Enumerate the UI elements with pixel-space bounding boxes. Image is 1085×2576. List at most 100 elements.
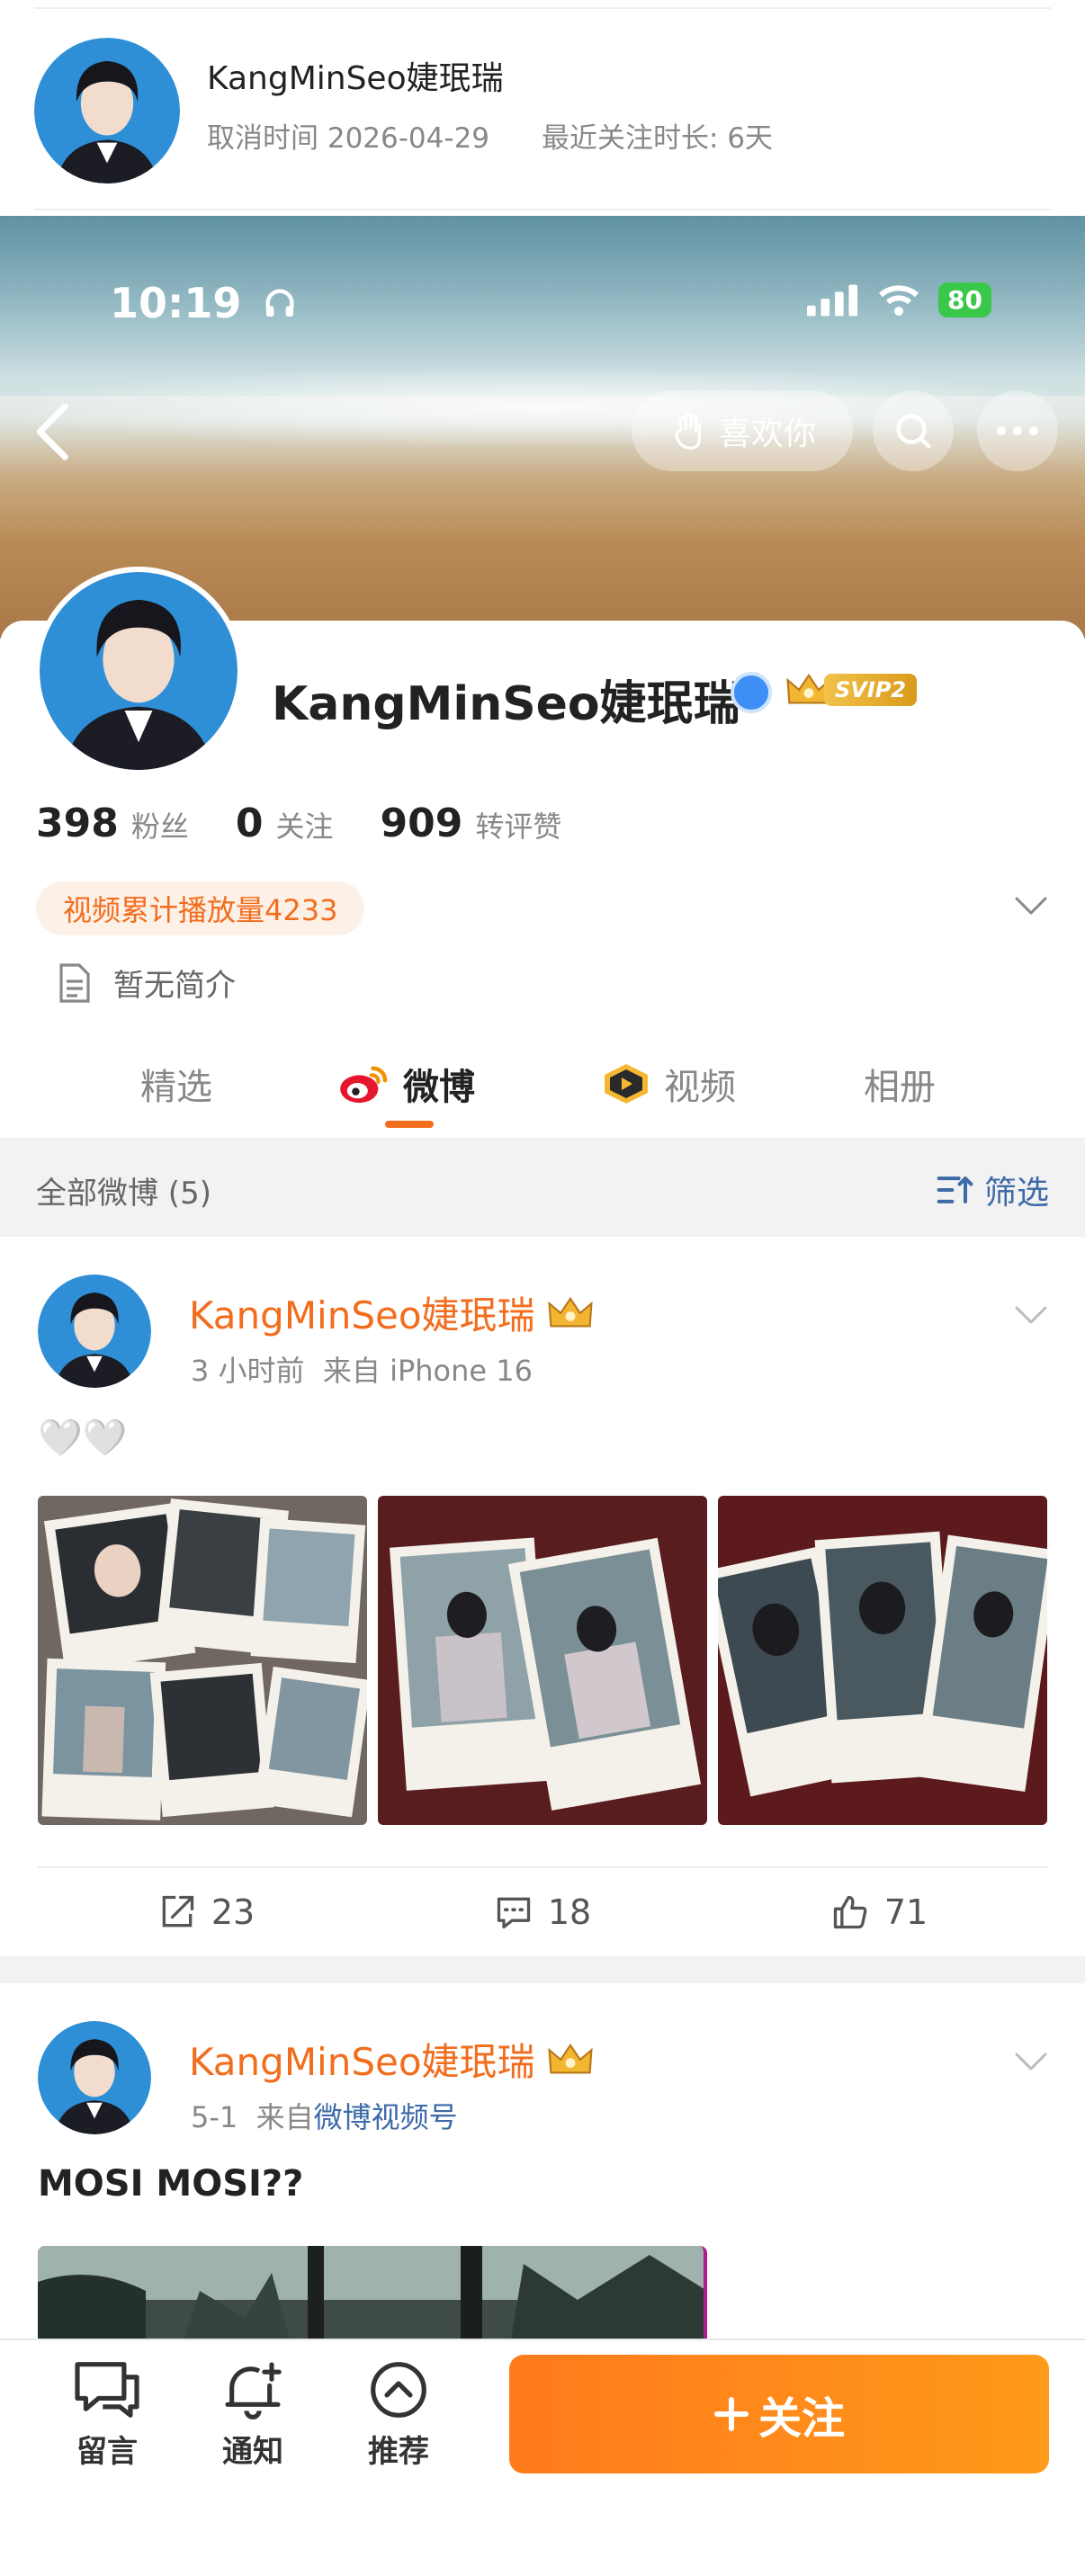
following-stat[interactable]: 0 关注 xyxy=(236,801,334,846)
avatar[interactable] xyxy=(38,1275,151,1388)
back-arrow-icon[interactable] xyxy=(27,400,81,463)
active-tab-indicator xyxy=(385,1121,434,1128)
recommend-button[interactable]: 推荐 xyxy=(349,2360,448,2471)
message-icon xyxy=(75,2362,139,2418)
video-play-count-badge[interactable]: 视频累计播放量4233 xyxy=(36,881,365,935)
like-button[interactable]: 71 xyxy=(711,1868,1047,1956)
follow-label: 关注 xyxy=(758,2393,845,2444)
followers-stat[interactable]: 398 粉丝 xyxy=(36,801,189,846)
post-card[interactable]: KangMinSeo婕珉瑞 5-1 来自微博视频号 MOSI MOSI?? xyxy=(0,1983,1085,2339)
avatar[interactable] xyxy=(38,2021,151,2134)
tab-featured[interactable]: 精选 xyxy=(140,1058,212,1110)
stat-label: 关注 xyxy=(275,809,334,844)
filter-label: 筛选 xyxy=(983,1175,1049,1212)
crown-icon xyxy=(547,1296,593,1327)
avatar[interactable] xyxy=(34,38,180,183)
tab-label: 视频 xyxy=(664,1067,736,1108)
like-count: 71 xyxy=(883,1892,928,1932)
stat-value: 909 xyxy=(380,801,463,846)
headphones-icon xyxy=(265,289,294,317)
profile-name: KangMinSeo婕珉瑞 xyxy=(272,677,740,731)
divider xyxy=(34,209,1051,210)
tab-label: 精选 xyxy=(140,1067,212,1108)
more-button[interactable] xyxy=(977,390,1058,471)
tab-video[interactable]: 视频 xyxy=(601,1058,736,1110)
wifi-icon xyxy=(879,284,919,316)
video-icon xyxy=(605,1064,648,1104)
status-time: 10:19 xyxy=(110,279,299,327)
weibo-logo-icon xyxy=(340,1066,388,1104)
interactions-stat[interactable]: 909 转评赞 xyxy=(381,801,562,846)
recommend-label: 推荐 xyxy=(368,2434,429,2470)
polaroid-photo xyxy=(378,1496,707,1825)
status-icons: 80 xyxy=(807,282,991,318)
filter-bar: 全部微博 (5) 筛选 xyxy=(0,1138,1085,1237)
message-button[interactable]: 留言 xyxy=(58,2360,157,2471)
filter-button[interactable]: 筛选 xyxy=(936,1167,1049,1213)
tab-label: 相册 xyxy=(864,1067,936,1108)
photo-grid xyxy=(38,1496,1047,1825)
post-card[interactable]: KangMinSeo婕珉瑞 3 小时前 来自 iPhone 16 🤍🤍 23 1… xyxy=(0,1237,1085,1956)
photo-thumbnail[interactable] xyxy=(378,1496,707,1825)
search-button[interactable] xyxy=(873,390,954,471)
chevron-up-circle-icon xyxy=(371,2362,426,2418)
chevron-down-icon[interactable] xyxy=(1013,1301,1049,1328)
notify-label: 通知 xyxy=(222,2434,283,2470)
video-thumbnail[interactable] xyxy=(38,2246,707,2339)
like-you-label: 喜欢你 xyxy=(718,416,816,452)
chevron-down-icon[interactable] xyxy=(1013,892,1049,919)
bio-text: 暂无简介 xyxy=(113,968,236,1004)
sort-filter-icon xyxy=(937,1176,973,1203)
photo-thumbnail[interactable] xyxy=(38,1496,367,1825)
stat-label: 粉丝 xyxy=(130,809,189,844)
unfollow-user-name: KangMinSeo婕珉瑞 xyxy=(207,60,504,97)
profile-avatar[interactable] xyxy=(34,567,243,775)
post-divider xyxy=(0,1956,1085,1983)
follow-button[interactable]: 关注 xyxy=(509,2355,1049,2473)
bell-plus-icon xyxy=(225,2362,282,2419)
notify-button[interactable]: 通知 xyxy=(203,2360,302,2471)
post-author[interactable]: KangMinSeo婕珉瑞 xyxy=(189,2032,595,2087)
stat-value: 398 xyxy=(36,801,119,846)
status-bar: 10:19 80 xyxy=(0,216,1085,327)
avatar xyxy=(40,572,238,770)
polaroid-photo xyxy=(38,1496,367,1825)
chevron-down-icon[interactable] xyxy=(1013,2048,1049,2075)
crown-icon xyxy=(547,2043,593,2073)
tab-weibo[interactable]: 微博 xyxy=(338,1058,475,1110)
comment-count: 18 xyxy=(547,1892,592,1932)
post-source-link[interactable]: 微博视频号 xyxy=(314,2100,458,2134)
post-author[interactable]: KangMinSeo婕珉瑞 xyxy=(189,1285,595,1340)
all-posts-count: 全部微博 (5) xyxy=(36,1176,211,1212)
profile-tabs: 精选 微博 视频 相册 xyxy=(0,1042,1085,1123)
svip-badge[interactable]: SVIP2 xyxy=(785,667,918,712)
follow-duration: 最近关注时长: 6天 xyxy=(542,122,774,155)
source-prefix: 来自 xyxy=(256,2100,314,2134)
tab-album[interactable]: 相册 xyxy=(864,1058,936,1110)
source-prefix: 来自 xyxy=(322,1354,381,1388)
verified-gender-icon xyxy=(731,672,772,713)
post-time: 5-1 xyxy=(191,2100,238,2134)
forest-video-frame xyxy=(38,2246,704,2339)
search-icon xyxy=(896,414,931,449)
post-actions: 23 18 71 xyxy=(38,1866,1047,1956)
photo-thumbnail[interactable] xyxy=(718,1496,1047,1825)
stat-value: 0 xyxy=(235,801,264,846)
author-name: KangMinSeo婕珉瑞 xyxy=(189,2040,535,2084)
battery-indicator: 80 xyxy=(938,282,991,318)
divider xyxy=(34,7,1051,9)
svip-label: SVIP2 xyxy=(824,674,918,706)
unfollow-record-card[interactable]: KangMinSeo婕珉瑞 取消时间 2026-04-29 最近关注时长: 6天 xyxy=(0,0,1085,216)
like-you-button[interactable]: 喜欢你 xyxy=(632,390,853,471)
comment-button[interactable]: 18 xyxy=(374,1868,711,1956)
share-icon xyxy=(162,1895,193,1928)
post-text: 🤍🤍 xyxy=(38,1418,128,1459)
more-icon xyxy=(997,426,1038,435)
plus-icon xyxy=(713,2397,749,2431)
repost-count: 23 xyxy=(211,1892,256,1932)
repost-button[interactable]: 23 xyxy=(38,1868,374,1956)
post-meta: 3 小时前 来自 iPhone 16 xyxy=(191,1348,533,1390)
profile-card: KangMinSeo婕珉瑞 SVIP2 398 粉丝 0 关注 909 转评赞 视频累… xyxy=(0,567,1085,1138)
signal-icon xyxy=(807,284,858,316)
clock: 10:19 xyxy=(110,279,242,327)
